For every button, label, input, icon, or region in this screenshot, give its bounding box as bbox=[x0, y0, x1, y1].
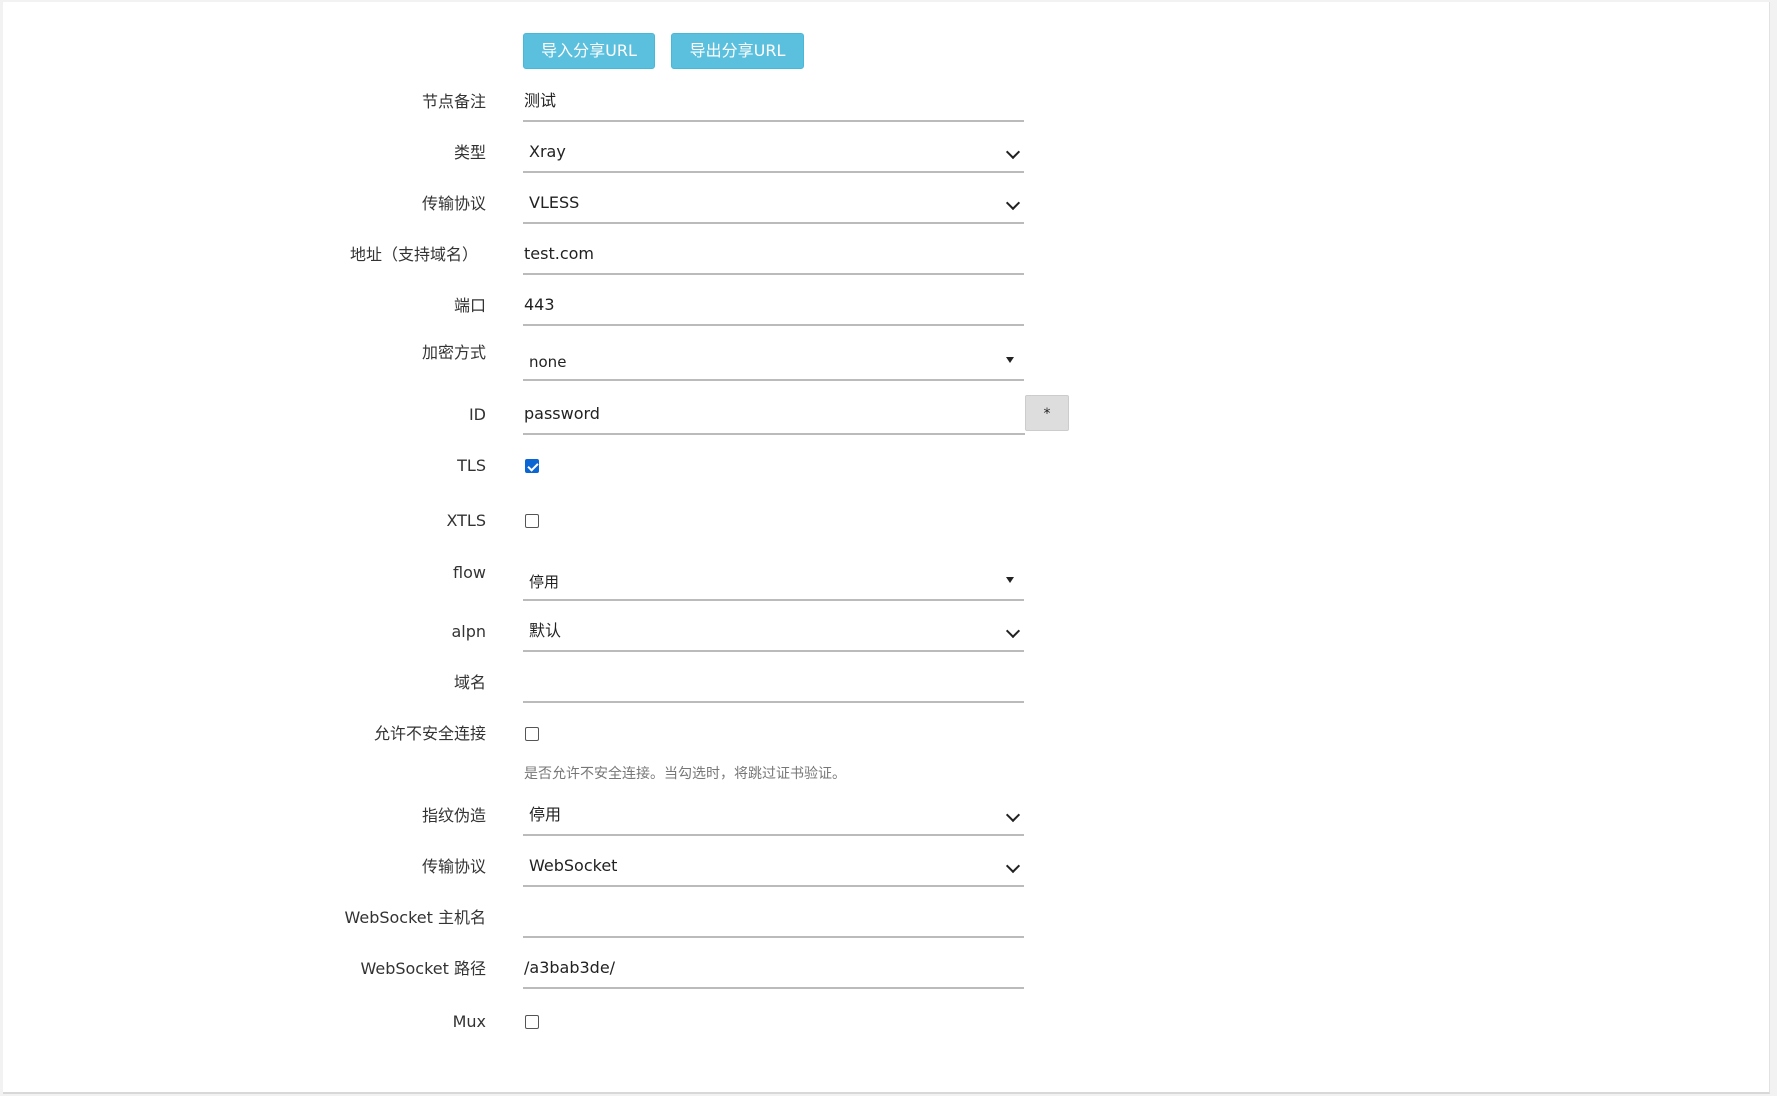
encryption-value: none bbox=[529, 353, 567, 371]
port-input[interactable]: 443 bbox=[523, 286, 1024, 326]
row-insecure-hint: 是否允许不安全连接。当勾选时，将跳过证书验证。 bbox=[3, 762, 1769, 786]
protocol-value: VLESS bbox=[529, 193, 580, 212]
encryption-label: 加密方式 bbox=[421, 343, 486, 362]
row-address: 地址（支持域名） test.com bbox=[3, 235, 1769, 275]
address-input[interactable]: test.com bbox=[523, 235, 1024, 275]
xtls-checkbox[interactable] bbox=[525, 514, 539, 528]
insecure-label: 允许不安全连接 bbox=[373, 724, 486, 743]
chevron-down-icon bbox=[1005, 623, 1021, 639]
mux-checkbox[interactable] bbox=[525, 1015, 539, 1029]
row-mux: Mux bbox=[3, 1002, 1769, 1042]
address-label: 地址（支持域名） bbox=[349, 245, 478, 264]
row-port: 端口 443 bbox=[3, 286, 1769, 326]
flow-select[interactable]: 停用 bbox=[523, 557, 1024, 601]
caret-down-icon bbox=[1006, 357, 1014, 363]
type-label: 类型 bbox=[453, 143, 486, 162]
type-value: Xray bbox=[529, 142, 566, 161]
tls-label: TLS bbox=[457, 456, 486, 475]
fingerprint-select[interactable]: 停用 bbox=[523, 796, 1024, 836]
row-xtls: XTLS bbox=[3, 501, 1769, 541]
id-label: ID bbox=[468, 405, 486, 424]
ws-host-label: WebSocket 主机名 bbox=[344, 908, 486, 927]
protocol-label: 传输协议 bbox=[421, 194, 486, 213]
remark-label: 节点备注 bbox=[421, 92, 486, 111]
fingerprint-label: 指纹伪造 bbox=[421, 806, 486, 825]
row-ws-path: WebSocket 路径 /a3bab3de/ bbox=[3, 949, 1769, 989]
remark-input[interactable]: 测试 bbox=[523, 82, 1024, 122]
row-fingerprint: 指纹伪造 停用 bbox=[3, 796, 1769, 836]
flow-value: 停用 bbox=[529, 573, 560, 591]
address-value: test.com bbox=[524, 244, 594, 263]
row-type: 类型 Xray bbox=[3, 133, 1769, 173]
id-value: password bbox=[524, 404, 600, 423]
row-insecure: 允许不安全连接 bbox=[3, 714, 1769, 754]
insecure-checkbox[interactable] bbox=[525, 727, 539, 741]
remark-value: 测试 bbox=[524, 91, 557, 110]
port-label: 端口 bbox=[453, 296, 486, 315]
domain-input[interactable] bbox=[523, 663, 1024, 703]
row-ws-host: WebSocket 主机名 bbox=[3, 898, 1769, 938]
row-protocol: 传输协议 VLESS bbox=[3, 184, 1769, 224]
transport-value: WebSocket bbox=[529, 856, 618, 875]
fingerprint-value: 停用 bbox=[529, 805, 562, 824]
row-id: ID password * bbox=[3, 395, 1769, 435]
chevron-down-icon bbox=[1005, 858, 1021, 874]
flow-label: flow bbox=[453, 563, 486, 582]
alpn-value: 默认 bbox=[529, 621, 562, 640]
row-tls: TLS bbox=[3, 446, 1769, 486]
tls-checkbox[interactable] bbox=[525, 459, 539, 473]
encryption-select[interactable]: none bbox=[523, 337, 1024, 381]
ws-path-label: WebSocket 路径 bbox=[360, 959, 486, 978]
alpn-select[interactable]: 默认 bbox=[523, 612, 1024, 652]
chevron-down-icon bbox=[1005, 144, 1021, 160]
xtls-label: XTLS bbox=[446, 511, 486, 530]
node-config-panel: 导入分享URL 导出分享URL 节点备注 测试 类型 Xray 传输协议 VLE… bbox=[3, 2, 1770, 1094]
port-value: 443 bbox=[524, 295, 555, 314]
row-transport: 传输协议 WebSocket bbox=[3, 847, 1769, 887]
row-encryption: 加密方式 none bbox=[3, 337, 1769, 381]
show-password-button[interactable]: * bbox=[1025, 395, 1069, 431]
import-share-url-button[interactable]: 导入分享URL bbox=[523, 33, 655, 69]
ws-host-input[interactable] bbox=[523, 898, 1024, 938]
row-remark: 节点备注 测试 bbox=[3, 82, 1769, 122]
domain-label: 域名 bbox=[453, 673, 486, 692]
transport-label: 传输协议 bbox=[421, 857, 486, 876]
id-input[interactable]: password bbox=[523, 395, 1025, 435]
chevron-down-icon bbox=[1005, 195, 1021, 211]
insecure-hint: 是否允许不安全连接。当勾选时，将跳过证书验证。 bbox=[524, 766, 846, 782]
transport-select[interactable]: WebSocket bbox=[523, 847, 1024, 887]
mux-label: Mux bbox=[452, 1012, 486, 1031]
protocol-select[interactable]: VLESS bbox=[523, 184, 1024, 224]
export-share-url-button[interactable]: 导出分享URL bbox=[671, 33, 804, 69]
ws-path-value: /a3bab3de/ bbox=[524, 958, 616, 977]
chevron-down-icon bbox=[1005, 807, 1021, 823]
ws-path-input[interactable]: /a3bab3de/ bbox=[523, 949, 1024, 989]
caret-down-icon bbox=[1006, 577, 1014, 583]
row-flow: flow 停用 bbox=[3, 557, 1769, 601]
row-alpn: alpn 默认 bbox=[3, 612, 1769, 652]
row-domain: 域名 bbox=[3, 663, 1769, 703]
type-select[interactable]: Xray bbox=[523, 133, 1024, 173]
alpn-label: alpn bbox=[451, 622, 486, 641]
